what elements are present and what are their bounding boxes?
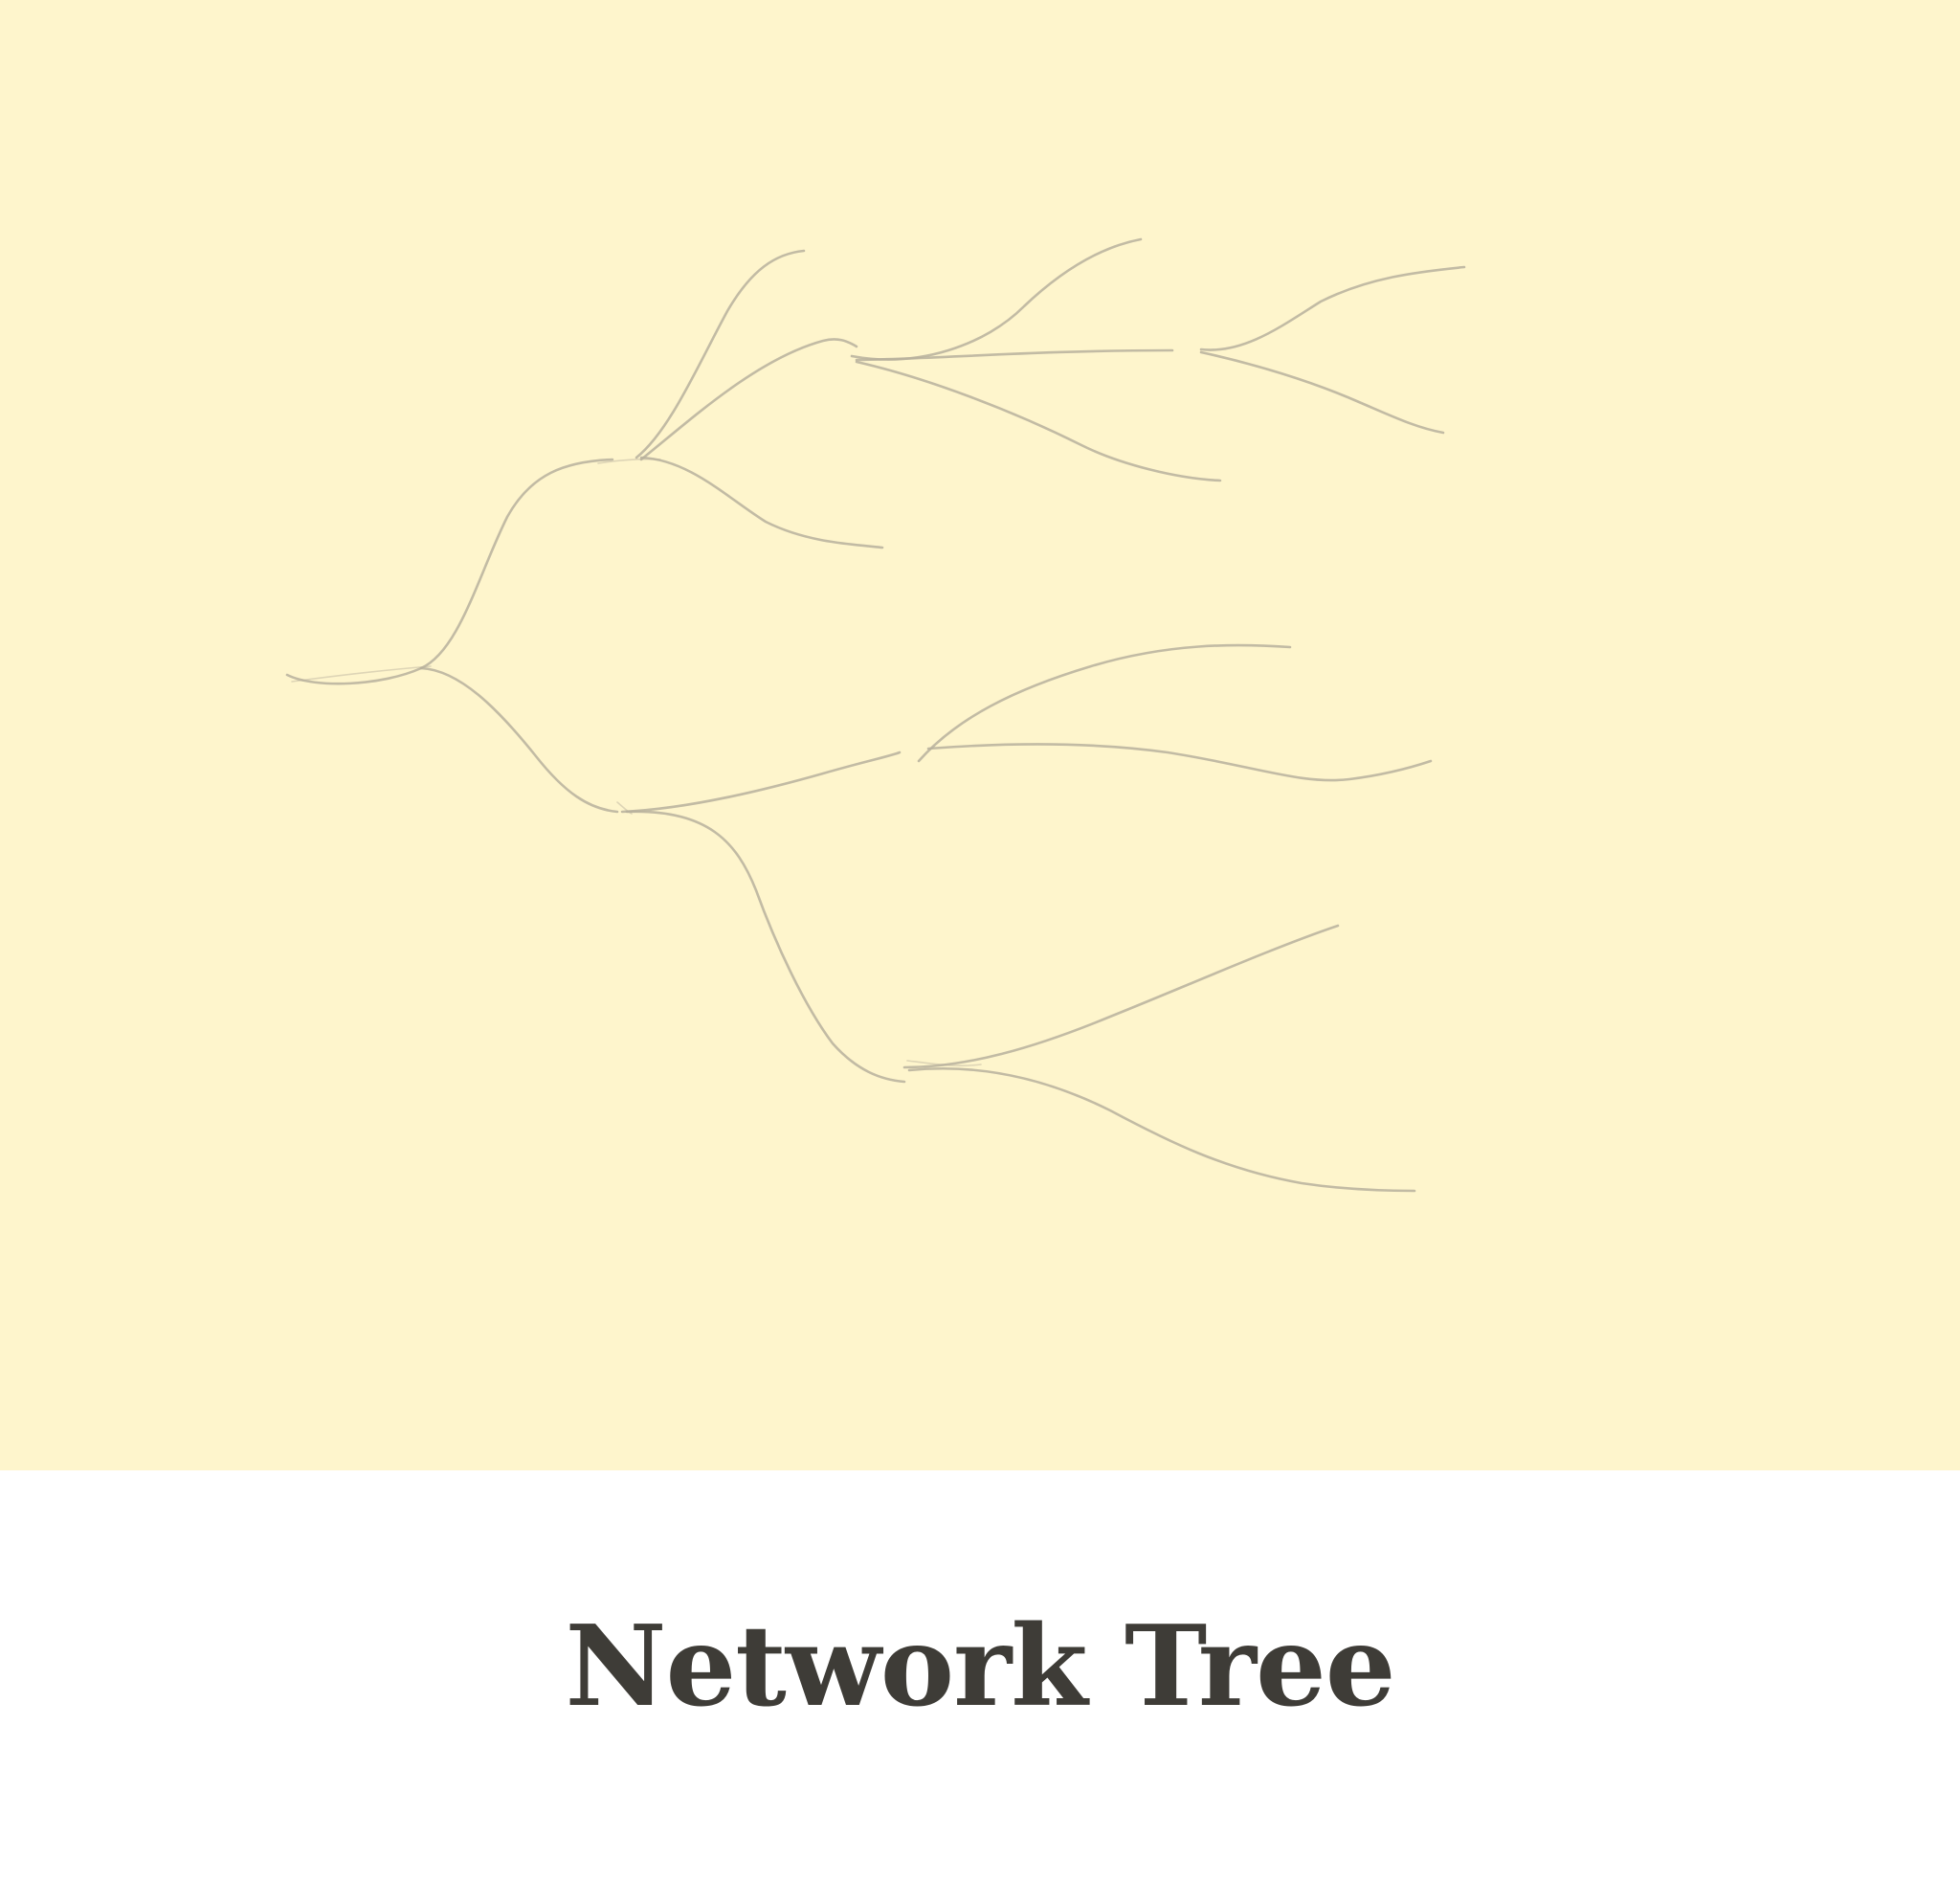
branch-lower-to-bottom bbox=[625, 810, 906, 1084]
branch-right-node-across bbox=[926, 743, 1433, 782]
branch-lower-main bbox=[419, 666, 619, 814]
network-tree-illustration bbox=[0, 0, 1960, 1470]
branch-upper-to-mid bbox=[639, 338, 858, 461]
branch-mid-node-top bbox=[850, 237, 1143, 361]
card-title: Network Tree bbox=[565, 1602, 1395, 1732]
branch-mid-node-straight bbox=[855, 348, 1174, 362]
caption-area: Network Tree bbox=[0, 1470, 1960, 1882]
branch-far-node-up bbox=[1199, 265, 1466, 351]
branch-far-node-down bbox=[1199, 350, 1445, 435]
branch-upper-main bbox=[419, 458, 614, 670]
branch-lower-to-right bbox=[620, 751, 902, 814]
branch-mid-node-down bbox=[855, 360, 1222, 482]
branch-right-node-up bbox=[917, 643, 1292, 763]
branch-bottom-node-up bbox=[902, 924, 1340, 1069]
branch-root bbox=[285, 666, 423, 685]
branch-upper-to-lower bbox=[639, 456, 884, 549]
branch-upper-to-top bbox=[635, 249, 806, 459]
tree-sketch bbox=[285, 237, 1466, 1193]
branch-bottom-node-down bbox=[907, 1066, 1416, 1193]
network-tree-card: Network Tree bbox=[0, 0, 1960, 1882]
